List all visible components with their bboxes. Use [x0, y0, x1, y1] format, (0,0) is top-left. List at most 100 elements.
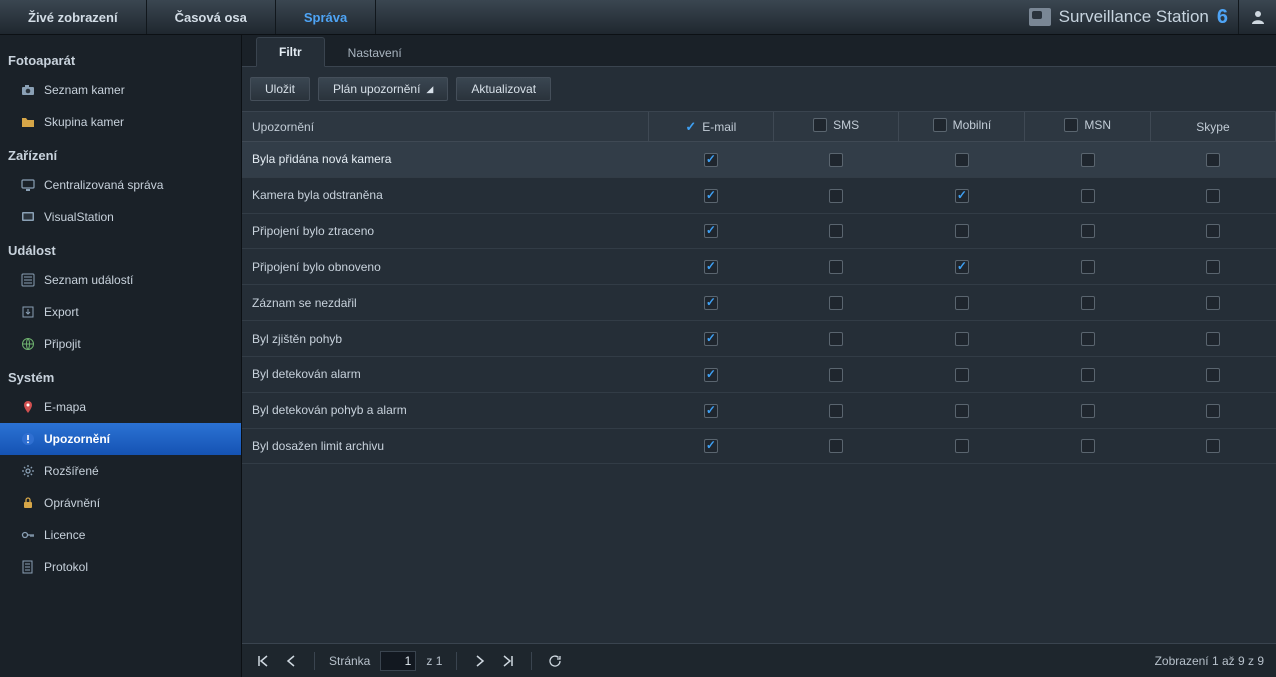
checkbox-cell: [1150, 356, 1275, 392]
checkbox[interactable]: [1206, 189, 1220, 203]
checkbox[interactable]: [1206, 439, 1220, 453]
col-sms-label: SMS: [833, 118, 859, 132]
checkbox[interactable]: [933, 118, 947, 132]
top-nav-tab[interactable]: Časová osa: [147, 0, 276, 34]
checkbox[interactable]: [829, 368, 843, 382]
table-row[interactable]: Připojení bylo ztraceno: [242, 213, 1276, 249]
inner-tabs: FiltrNastavení: [242, 35, 1276, 67]
checkbox[interactable]: [1081, 332, 1095, 346]
checkbox[interactable]: [955, 368, 969, 382]
checkbox[interactable]: [704, 368, 718, 382]
table-row[interactable]: Kamera byla odstraněna: [242, 177, 1276, 213]
checkbox[interactable]: [1206, 332, 1220, 346]
col-sms[interactable]: SMS: [773, 112, 899, 142]
sidebar-item[interactable]: Centralizovaná správa: [0, 169, 241, 201]
checkbox[interactable]: [1081, 189, 1095, 203]
sidebar-item[interactable]: E-mapa: [0, 391, 241, 423]
inner-tab[interactable]: Filtr: [256, 37, 325, 67]
save-button[interactable]: Uložit: [250, 77, 310, 101]
sidebar-item[interactable]: Oprávnění: [0, 487, 241, 519]
checkbox[interactable]: [1081, 368, 1095, 382]
checkbox[interactable]: [955, 153, 969, 167]
checkbox[interactable]: [829, 404, 843, 418]
user-menu[interactable]: [1238, 0, 1276, 34]
checkbox[interactable]: [955, 224, 969, 238]
checkbox[interactable]: [829, 332, 843, 346]
checkbox[interactable]: [704, 439, 718, 453]
last-page-button[interactable]: [499, 652, 517, 670]
checkbox[interactable]: [1206, 260, 1220, 274]
checkbox[interactable]: [704, 260, 718, 274]
lock-icon: [20, 495, 36, 511]
checkbox[interactable]: [1206, 153, 1220, 167]
col-mobile[interactable]: Mobilní: [899, 112, 1025, 142]
checkbox[interactable]: [955, 404, 969, 418]
checkbox[interactable]: [829, 439, 843, 453]
table-row[interactable]: Záznam se nezdařil: [242, 285, 1276, 321]
col-msn[interactable]: MSN: [1025, 112, 1151, 142]
sidebar-item[interactable]: Seznam událostí: [0, 264, 241, 296]
checkbox[interactable]: [955, 439, 969, 453]
sidebar-item[interactable]: Skupina kamer: [0, 106, 241, 138]
separator: [456, 652, 457, 670]
sidebar-item[interactable]: Rozšířené: [0, 455, 241, 487]
checkbox[interactable]: [1081, 439, 1095, 453]
sidebar-item[interactable]: Připojit: [0, 328, 241, 360]
sidebar-section-title: Fotoaparát: [0, 43, 241, 74]
top-nav-tab[interactable]: Správa: [276, 0, 376, 34]
checkbox-cell: [1150, 392, 1275, 428]
sidebar-item[interactable]: Seznam kamer: [0, 74, 241, 106]
next-page-button[interactable]: [471, 652, 489, 670]
checkbox[interactable]: [1206, 404, 1220, 418]
col-notification[interactable]: Upozornění: [242, 112, 648, 142]
reload-button[interactable]: [546, 652, 564, 670]
checkbox[interactable]: [1081, 153, 1095, 167]
checkbox[interactable]: [704, 189, 718, 203]
table-row[interactable]: Byl dosažen limit archivu: [242, 428, 1276, 464]
table-row[interactable]: Byl detekován alarm: [242, 356, 1276, 392]
sidebar-item[interactable]: Protokol: [0, 551, 241, 583]
checkbox-cell: [648, 392, 773, 428]
prev-page-button[interactable]: [282, 652, 300, 670]
schedule-button[interactable]: Plán upozornění ◢: [318, 77, 448, 101]
checkbox[interactable]: [1206, 296, 1220, 310]
checkbox[interactable]: [704, 224, 718, 238]
checkbox[interactable]: [1081, 296, 1095, 310]
checkbox[interactable]: [1206, 224, 1220, 238]
checkbox[interactable]: [955, 296, 969, 310]
checkbox[interactable]: [955, 260, 969, 274]
table-row[interactable]: Byl zjištěn pohyb: [242, 321, 1276, 357]
inner-tab[interactable]: Nastavení: [325, 38, 425, 67]
sidebar-item[interactable]: Export: [0, 296, 241, 328]
checkbox[interactable]: [1081, 404, 1095, 418]
checkbox[interactable]: [813, 118, 827, 132]
checkbox[interactable]: [829, 260, 843, 274]
checkbox[interactable]: [1081, 224, 1095, 238]
checkbox[interactable]: [704, 153, 718, 167]
checkbox[interactable]: [1081, 260, 1095, 274]
sidebar-item[interactable]: VisualStation: [0, 201, 241, 233]
checkbox[interactable]: [829, 296, 843, 310]
table-row[interactable]: Byl detekován pohyb a alarm: [242, 392, 1276, 428]
checkbox[interactable]: [1206, 368, 1220, 382]
sidebar-item[interactable]: Upozornění: [0, 423, 241, 455]
top-nav-tab[interactable]: Živé zobrazení: [0, 0, 147, 34]
refresh-button[interactable]: Aktualizovat: [456, 77, 551, 101]
checkbox[interactable]: [955, 189, 969, 203]
col-email[interactable]: ✓ E-mail: [648, 112, 773, 142]
checkbox[interactable]: [1064, 118, 1078, 132]
table-row[interactable]: Připojení bylo obnoveno: [242, 249, 1276, 285]
checkbox[interactable]: [955, 332, 969, 346]
col-skype[interactable]: Skype: [1150, 112, 1275, 142]
checkbox[interactable]: [829, 224, 843, 238]
page-input[interactable]: [380, 651, 416, 671]
table-row[interactable]: Byla přidána nová kamera: [242, 142, 1276, 178]
checkbox[interactable]: [704, 296, 718, 310]
checkbox[interactable]: [829, 153, 843, 167]
sidebar-item[interactable]: Licence: [0, 519, 241, 551]
checkbox[interactable]: [704, 404, 718, 418]
notification-table: Upozornění ✓ E-mail SMS: [242, 112, 1276, 464]
checkbox[interactable]: [704, 332, 718, 346]
checkbox[interactable]: [829, 189, 843, 203]
first-page-button[interactable]: [254, 652, 272, 670]
